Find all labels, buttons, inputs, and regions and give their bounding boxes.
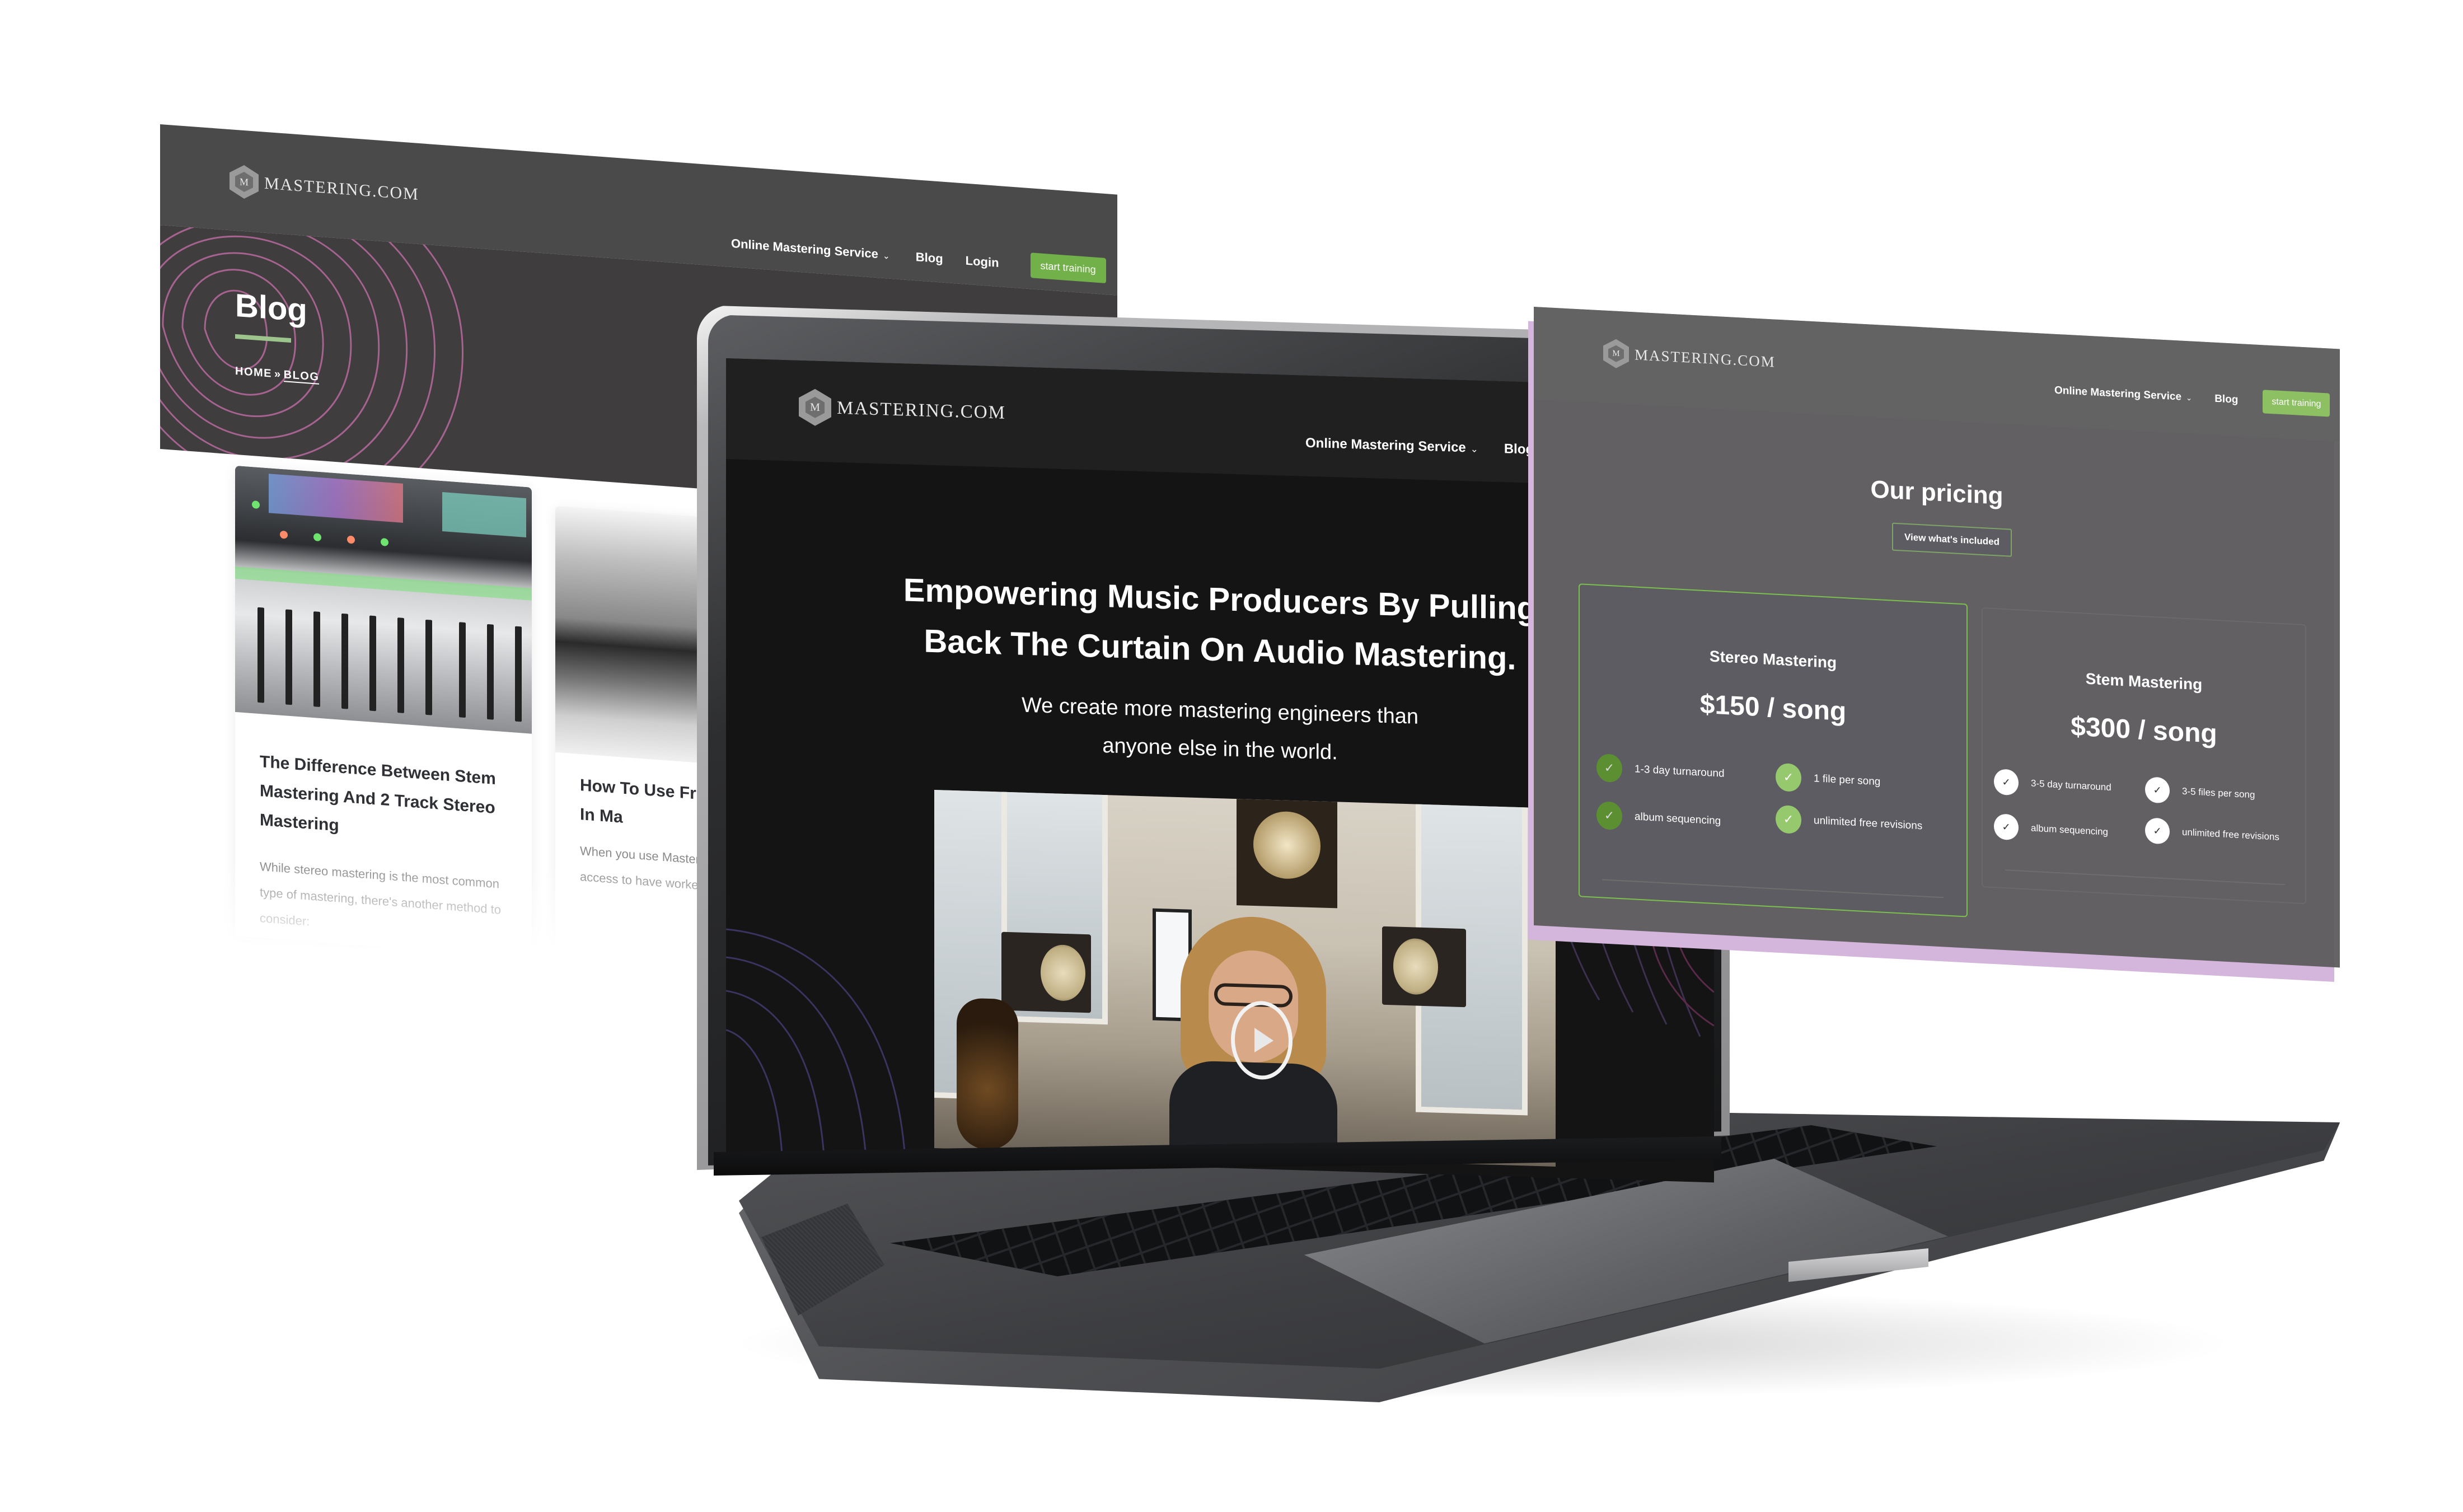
mixing-console-image	[235, 465, 532, 734]
plan-feature: ✓ 3-5 files per song	[2145, 776, 2255, 808]
breadcrumb-home[interactable]: HOME	[235, 365, 272, 380]
check-icon: ✓	[2145, 817, 2170, 845]
contour-line	[726, 1029, 783, 1155]
check-icon: ✓	[2145, 776, 2170, 804]
contour-line	[726, 956, 867, 1158]
brand-name: MASTERING.COM	[1635, 345, 1776, 371]
plan-card-stem[interactable]: Stem Mastering $300 / song ✓ 3-5 day turn…	[1982, 607, 2306, 905]
check-icon: ✓	[1994, 813, 2019, 841]
pricing-panel: M MASTERING.COM Online Mastering Service…	[1534, 307, 2340, 968]
plan-name: Stereo Mastering	[1709, 647, 1837, 672]
plan-card-stereo[interactable]: Stereo Mastering $150 / song ✓ 1-3 day tu…	[1579, 583, 1968, 918]
brand-name: MASTERING.COM	[264, 174, 419, 204]
contour-line	[726, 990, 825, 1157]
contour-pattern	[160, 225, 463, 478]
blog-card-title[interactable]: The Difference Between Stem Mastering An…	[260, 747, 506, 853]
plan-feature: ✓ album sequencing	[1994, 813, 2108, 845]
gold-record-frame	[1237, 799, 1337, 909]
view-included-button[interactable]: View what's included	[1892, 522, 2012, 557]
play-icon	[1254, 1028, 1273, 1054]
plan-divider	[2005, 869, 2285, 886]
brand-name: MASTERING.COM	[837, 397, 1006, 423]
check-icon: ✓	[1776, 762, 1801, 793]
logo-hex-icon: M	[1603, 338, 1629, 368]
breadcrumb-blog[interactable]: BLOG	[283, 368, 320, 385]
contour-line	[160, 225, 380, 461]
chevron-down-icon: ⌄	[1470, 443, 1478, 455]
check-icon: ✓	[1776, 804, 1801, 835]
plan-feature: ✓ 3-5 day turnaround	[1994, 769, 2111, 801]
chevron-down-icon: ⌄	[882, 251, 890, 261]
start-training-button[interactable]: start training	[2263, 390, 2330, 417]
plan-price: $150 / song	[1699, 689, 1847, 727]
plan-feature: ✓ unlimited free revisions	[1776, 804, 1922, 841]
chevron-down-icon: ⌄	[2186, 394, 2193, 402]
pricing-site-header: M MASTERING.COM Online Mastering Service…	[1534, 307, 2340, 442]
brand-logo[interactable]: M MASTERING.COM	[1603, 338, 1776, 376]
intro-video[interactable]	[934, 790, 1556, 1167]
check-icon: ✓	[1596, 801, 1622, 831]
nav-service-link[interactable]: Online Mastering Service ⌄	[1305, 435, 1478, 456]
studio-monitor-left	[1001, 931, 1091, 1013]
plan-price: $300 / song	[2071, 711, 2217, 749]
start-training-button[interactable]: start training	[1030, 252, 1106, 284]
logo-hex-icon: M	[230, 164, 259, 200]
nav-login-link[interactable]: Login	[966, 253, 999, 270]
contour-line	[160, 225, 408, 478]
check-icon: ✓	[1596, 753, 1622, 783]
pricing-page-screen: M MASTERING.COM Online Mastering Service…	[1528, 307, 2340, 982]
brand-logo[interactable]: M MASTERING.COM	[799, 388, 1006, 432]
marketing-mockup: M MASTERING.COM Online Mastering Service…	[0, 0, 2463, 1512]
pricing-nav: Online Mastering Service ⌄ Blog start tra…	[2054, 379, 2330, 417]
guitar	[957, 998, 1018, 1151]
logo-hex-icon: M	[799, 388, 831, 427]
nav-service-link[interactable]: Online Mastering Service ⌄	[731, 236, 890, 262]
studio-monitor-right	[1382, 926, 1466, 1008]
plan-feature: ✓ 1 file per song	[1776, 762, 1880, 797]
brand-logo[interactable]: M MASTERING.COM	[230, 164, 419, 212]
nav-blog-link[interactable]: Blog	[2214, 393, 2238, 406]
pricing-title: Our pricing	[1870, 475, 2003, 510]
plan-name: Stem Mastering	[2085, 670, 2203, 694]
nav-blog-link[interactable]: Blog	[916, 250, 943, 266]
plan-feature: ✓ album sequencing	[1596, 801, 1721, 836]
check-icon: ✓	[1994, 769, 2019, 796]
breadcrumb-separator: »	[274, 367, 282, 381]
plan-divider	[1602, 879, 1944, 898]
nav-service-link[interactable]: Online Mastering Service ⌄	[2054, 385, 2192, 404]
blog-page-title: Blog	[235, 287, 307, 329]
plan-feature: ✓ unlimited free revisions	[2145, 817, 2279, 850]
plan-feature: ✓ 1-3 day turnaround	[1596, 753, 1725, 788]
